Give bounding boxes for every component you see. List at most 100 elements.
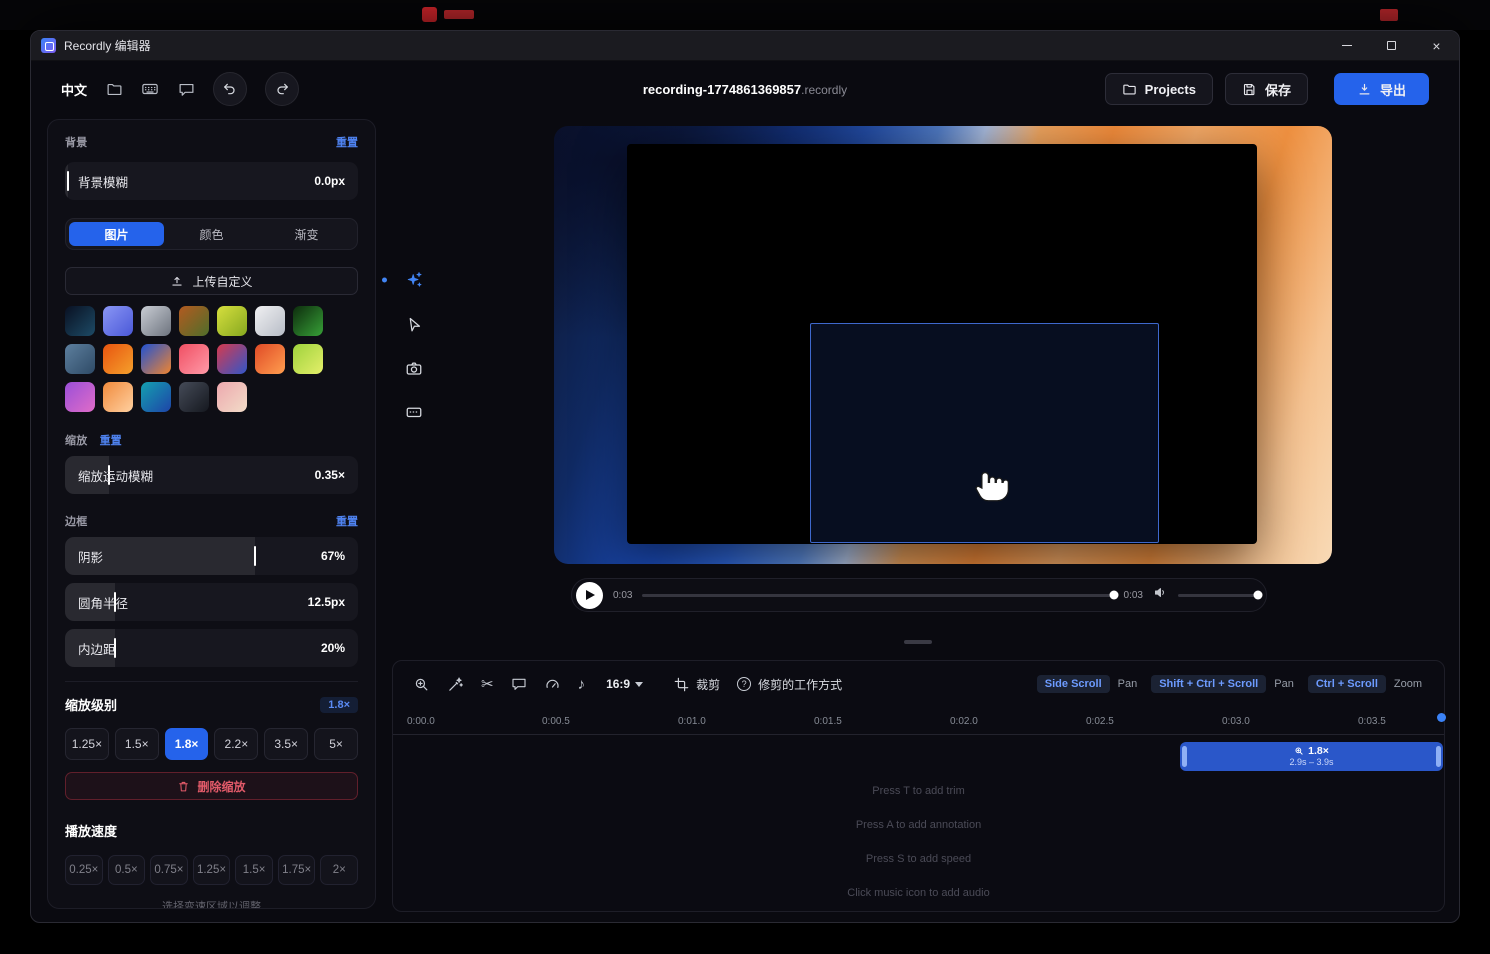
zoom-in-icon (413, 676, 430, 693)
background-thumbnail-7[interactable] (293, 306, 323, 336)
background-window-logo (422, 7, 437, 22)
zoom-region-range: 2.9s – 3.9s (1289, 757, 1333, 767)
ruler-tick: 0:02.0 (950, 716, 978, 727)
speed-1.5[interactable]: 1.5× (235, 855, 273, 885)
speed-0.5[interactable]: 0.5× (108, 855, 146, 885)
feedback-button[interactable] (177, 80, 195, 98)
keystrokes-tool-button[interactable] (397, 395, 431, 429)
aspect-ratio-dropdown[interactable]: 16:9 (606, 677, 643, 691)
tab-color[interactable]: 颜色 (164, 222, 259, 246)
background-reset-link[interactable]: 重置 (336, 134, 358, 150)
close-button[interactable]: × (1414, 31, 1459, 61)
crop-button[interactable]: 裁剪 (674, 676, 720, 693)
zoom-reset-link[interactable]: 重置 (100, 432, 122, 448)
progress-thumb[interactable] (1109, 591, 1118, 600)
shadow-value: 67% (321, 549, 345, 563)
playhead[interactable] (1437, 713, 1446, 722)
zoom-level-5[interactable]: 5× (314, 728, 358, 760)
zoom-level-section-title: 缩放级别 (65, 695, 117, 714)
zoom-level-1.5[interactable]: 1.5× (115, 728, 159, 760)
background-thumbnail-19[interactable] (217, 382, 247, 412)
background-blur-handle[interactable] (67, 171, 69, 191)
timeline-hint-trim: Press T to add trim (393, 785, 1444, 797)
speed-2[interactable]: 2× (320, 855, 358, 885)
timeline-zoom-region[interactable]: 1.8× 2.9s – 3.9s (1180, 742, 1443, 771)
music-button[interactable]: ♪ (578, 676, 586, 693)
effects-tool-button[interactable] (397, 263, 431, 297)
background-thumbnail-8[interactable] (65, 344, 95, 374)
cut-button[interactable]: ✂ (481, 675, 494, 693)
panel-resize-handle[interactable] (904, 640, 932, 644)
background-thumbnail-18[interactable] (179, 382, 209, 412)
background-thumbnail-3[interactable] (141, 306, 171, 336)
speed-marker-button[interactable] (544, 676, 561, 693)
background-thumbnail-12[interactable] (217, 344, 247, 374)
shadow-handle[interactable] (254, 546, 256, 566)
zoom-level-1.8[interactable]: 1.8× (165, 728, 209, 760)
speed-1.75[interactable]: 1.75× (278, 855, 316, 885)
projects-button[interactable]: Projects (1105, 73, 1213, 105)
background-thumbnail-9[interactable] (103, 344, 133, 374)
corner-radius-label: 圆角半径 (78, 593, 128, 612)
background-thumbnail-1[interactable] (65, 306, 95, 336)
background-thumbnail-14[interactable] (293, 344, 323, 374)
zoom-motion-blur-slider[interactable]: 缩放运动模糊 0.35× (65, 456, 358, 494)
background-thumbnail-15[interactable] (65, 382, 95, 412)
minimize-button[interactable] (1324, 31, 1369, 61)
delete-zoom-button[interactable]: 删除缩放 (65, 772, 358, 800)
border-reset-link[interactable]: 重置 (336, 513, 358, 529)
maximize-button[interactable] (1369, 31, 1414, 61)
zoom-region-level: 1.8× (1308, 745, 1329, 757)
timeline-tracks[interactable]: Press T to add trim Press A to add annot… (393, 736, 1444, 911)
background-thumbnail-11[interactable] (179, 344, 209, 374)
speed-0.25[interactable]: 0.25× (65, 855, 103, 885)
keyboard-shortcuts-button[interactable] (141, 80, 159, 98)
shortcut-side-scroll: Side Scroll (1037, 675, 1110, 693)
zoom-region-highlight[interactable] (810, 323, 1159, 543)
padding-slider[interactable]: 内边距 20% (65, 629, 358, 667)
upload-custom-button[interactable]: 上传自定义 (65, 267, 358, 295)
trim-help-button[interactable]: ? 修剪的工作方式 (737, 676, 842, 693)
annotation-button[interactable] (511, 676, 527, 692)
play-button[interactable] (576, 582, 603, 609)
tab-image[interactable]: 图片 (69, 222, 164, 246)
save-button[interactable]: 保存 (1225, 73, 1308, 105)
background-blur-slider[interactable]: 背景模糊 0.0px (65, 162, 358, 200)
video-preview[interactable] (554, 126, 1332, 564)
corner-radius-slider[interactable]: 圆角半径 12.5px (65, 583, 358, 621)
trim-help-label: 修剪的工作方式 (758, 676, 842, 693)
open-project-button[interactable] (105, 80, 123, 98)
zoom-level-2.2[interactable]: 2.2× (214, 728, 258, 760)
timeline-zoom-in-button[interactable] (413, 676, 430, 693)
keystrokes-icon (405, 403, 423, 421)
volume-slider[interactable] (1178, 594, 1258, 597)
volume-button[interactable] (1153, 585, 1168, 605)
zoom-level-3.5[interactable]: 3.5× (264, 728, 308, 760)
shadow-slider[interactable]: 阴影 67% (65, 537, 358, 575)
background-thumbnail-13[interactable] (255, 344, 285, 374)
background-thumbnail-17[interactable] (141, 382, 171, 412)
chevron-down-icon (635, 682, 643, 687)
background-thumbnail-5[interactable] (217, 306, 247, 336)
zoom-level-1.25[interactable]: 1.25× (65, 728, 109, 760)
magic-trim-button[interactable] (447, 676, 464, 693)
background-thumbnail-6[interactable] (255, 306, 285, 336)
background-thumbnail-2[interactable] (103, 306, 133, 336)
speed-0.75[interactable]: 0.75× (150, 855, 188, 885)
progress-slider[interactable] (642, 594, 1113, 597)
webcam-tool-button[interactable] (397, 351, 431, 385)
background-thumbnail-16[interactable] (103, 382, 133, 412)
undo-button[interactable] (213, 72, 247, 106)
redo-button[interactable] (265, 72, 299, 106)
window-title: Recordly 编辑器 (64, 37, 151, 54)
tab-gradient[interactable]: 渐变 (259, 222, 354, 246)
language-button[interactable]: 中文 (61, 80, 87, 99)
volume-thumb[interactable] (1254, 591, 1263, 600)
speed-1.25[interactable]: 1.25× (193, 855, 231, 885)
background-thumbnail-4[interactable] (179, 306, 209, 336)
cursor-tool-button[interactable] (397, 307, 431, 341)
export-button[interactable]: 导出 (1334, 73, 1429, 105)
timeline-hint-audio: Click music icon to add audio (393, 887, 1444, 899)
timeline-ruler[interactable]: 0:00.0 0:00.5 0:01.0 0:01.5 0:02.0 0:02.… (393, 711, 1444, 735)
background-thumbnail-10[interactable] (141, 344, 171, 374)
